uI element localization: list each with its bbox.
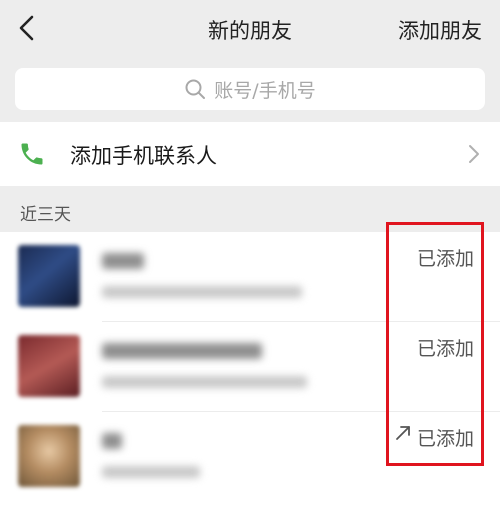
- contact-message-blurred: [102, 374, 307, 392]
- search-placeholder-wrap: 账号/手机号: [15, 68, 485, 110]
- highlight-box: [386, 222, 484, 466]
- avatar: [18, 425, 80, 487]
- contact-name-blurred: [102, 252, 144, 274]
- top-bar: 新的朋友 添加朋友: [0, 0, 500, 60]
- section-header: 近三天: [20, 205, 71, 225]
- avatar: [18, 245, 80, 307]
- add-friend-button[interactable]: 添加朋友: [398, 15, 482, 45]
- add-phone-contacts-row[interactable]: 添加手机联系人: [0, 122, 500, 186]
- avatar: [18, 335, 80, 397]
- search-field[interactable]: 账号/手机号: [15, 68, 485, 110]
- contact-message-blurred: [102, 284, 302, 302]
- contact-name-blurred: [102, 432, 122, 454]
- chevron-right-icon: [469, 145, 479, 163]
- search-icon: [185, 79, 206, 99]
- contact-name-blurred: [102, 342, 262, 364]
- contact-message-blurred: [102, 464, 200, 482]
- phone-icon: [21, 143, 43, 165]
- search-placeholder: 账号/手机号: [214, 79, 316, 102]
- add-phone-contacts-label: 添加手机联系人: [70, 144, 217, 168]
